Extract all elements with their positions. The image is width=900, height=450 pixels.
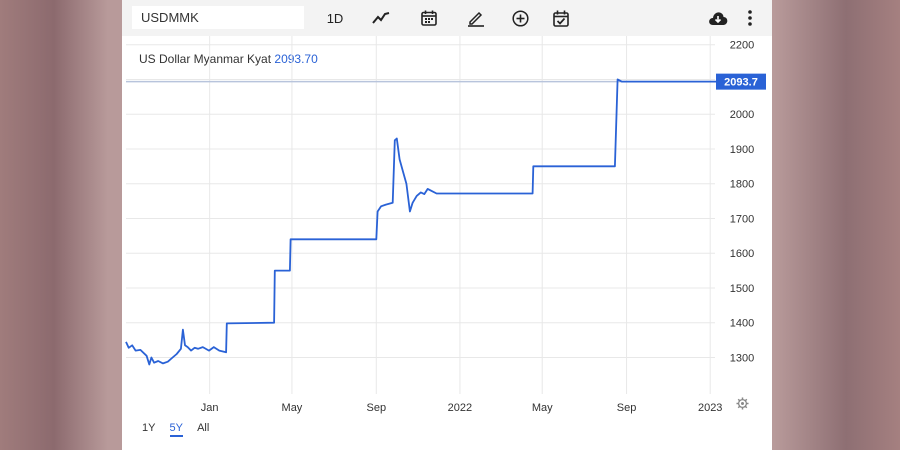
y-tick-label: 1600	[730, 248, 754, 260]
calendar-check-icon[interactable]	[547, 6, 575, 30]
x-tick-label: May	[532, 402, 553, 414]
chart-panel: USDMMK 1D US Dollar Myanmar Kyat 2093.70…	[122, 0, 772, 450]
chart-toolbar: USDMMK 1D	[122, 0, 772, 36]
price-chart[interactable]: 1300140015001600170018001900200021002200…	[122, 36, 772, 418]
more-vert-icon[interactable]	[736, 6, 764, 30]
x-tick-label: 2023	[698, 402, 722, 414]
range-5y[interactable]: 5Y	[169, 422, 183, 437]
symbol-search-input[interactable]: USDMMK	[132, 6, 304, 29]
last-price-label: 2093.7	[724, 77, 758, 89]
y-tick-label: 1300	[730, 353, 754, 365]
cloud-download-icon[interactable]	[704, 6, 732, 30]
y-tick-label: 2000	[730, 109, 754, 121]
draw-pencil-icon[interactable]	[462, 6, 490, 30]
interval-button[interactable]: 1D	[321, 6, 349, 30]
x-tick-label: Sep	[617, 402, 637, 414]
range-1y[interactable]: 1Y	[142, 422, 155, 434]
y-tick-label: 2200	[730, 40, 754, 52]
x-tick-label: 2022	[448, 402, 472, 414]
calendar-icon[interactable]	[415, 6, 443, 30]
y-tick-label: 1900	[730, 144, 754, 156]
y-tick-label: 1700	[730, 213, 754, 225]
y-tick-label: 1400	[730, 318, 754, 330]
add-circle-icon[interactable]	[506, 6, 534, 30]
range-all[interactable]: All	[197, 422, 209, 434]
range-selector: 1Y 5Y All	[142, 422, 220, 437]
x-tick-label: Jan	[201, 402, 219, 414]
y-tick-label: 1500	[730, 283, 754, 295]
x-tick-label: Sep	[366, 402, 386, 414]
line-chart-icon[interactable]	[367, 6, 395, 30]
series-line-usdmmk	[125, 78, 757, 366]
y-tick-label: 1800	[730, 179, 754, 191]
x-tick-label: May	[282, 402, 303, 414]
settings-gear-icon[interactable]	[736, 397, 749, 415]
